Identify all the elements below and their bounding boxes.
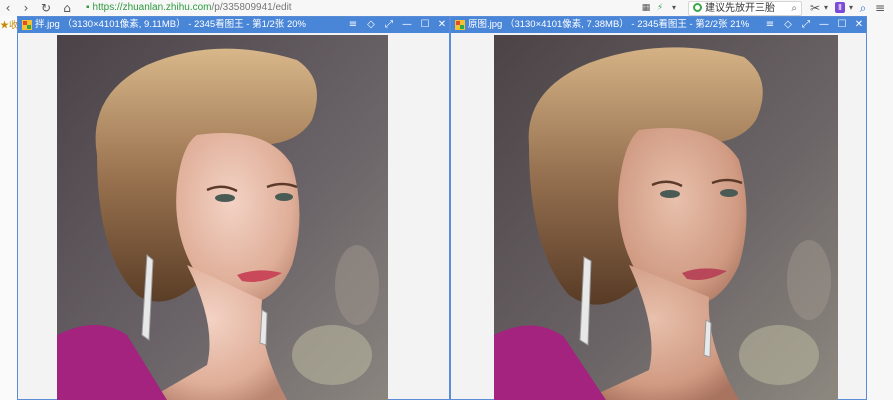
extension-dropdown-icon[interactable]: ▾ — [847, 1, 855, 15]
fullscreen-icon[interactable]: ⤢ — [382, 17, 396, 33]
lightning-icon[interactable]: ⚡ — [655, 1, 665, 15]
browser-right-panel — [867, 16, 893, 400]
skin-icon[interactable]: ◇ — [781, 17, 795, 33]
grid-icon[interactable]: ▦ — [640, 1, 652, 15]
url-host: zhuanlan.zhihu.com — [122, 2, 212, 13]
browser-toolbar: ‹ › ↻ ⌂ ▪ https://zhuanlan.zhihu.com/p/33… — [0, 0, 893, 16]
dropdown-chevron-icon[interactable]: ▾ — [669, 1, 679, 15]
extension-icon[interactable]: Ⅱ — [835, 2, 845, 13]
favorites-item[interactable]: ★收 — [0, 19, 17, 31]
right-viewer-title: 原图.jpg （3130×4101像素, 7.38MB） - 2345看图王 -… — [468, 19, 750, 30]
left-portrait-image — [57, 35, 388, 400]
back-icon[interactable]: ‹ — [2, 1, 14, 15]
left-viewer-titlebar[interactable]: 拌.jpg （3130×4101像素, 9.11MB） - 2345看图王 - … — [18, 17, 449, 33]
browser-side-panel — [0, 16, 18, 400]
minimize-icon[interactable]: — — [817, 17, 831, 33]
forward-icon[interactable]: › — [20, 1, 32, 15]
url-path: /p/335809941/edit — [211, 2, 292, 13]
maximize-icon[interactable]: ☐ — [835, 17, 849, 33]
favorites-label: 收 — [9, 20, 17, 30]
skin-icon[interactable]: ◇ — [364, 17, 378, 33]
search-box[interactable]: 建议先放开三胎 ⌕ — [688, 1, 802, 16]
home-icon[interactable]: ⌂ — [61, 1, 73, 15]
scissors-dropdown-icon[interactable]: ▾ — [822, 1, 830, 15]
star-icon: ★ — [0, 20, 10, 30]
search-engine-icon — [693, 3, 702, 12]
minimize-icon[interactable]: — — [400, 17, 414, 33]
app-logo-icon — [22, 20, 32, 30]
right-portrait-image — [494, 35, 838, 400]
fullscreen-icon[interactable]: ⤢ — [799, 17, 813, 33]
app-logo-icon — [455, 20, 465, 30]
url-scheme: https:// — [92, 2, 123, 13]
left-viewer-title: 拌.jpg （3130×4101像素, 9.11MB） - 2345看图王 - … — [35, 19, 306, 30]
window-divider — [449, 16, 450, 400]
close-icon[interactable]: ✕ — [435, 17, 449, 33]
menu-icon[interactable]: ≡ — [763, 17, 777, 33]
lock-icon: ▪ — [86, 2, 90, 13]
reload-icon[interactable]: ↻ — [40, 1, 52, 15]
maximize-icon[interactable]: ☐ — [418, 17, 432, 33]
magnifier-icon[interactable]: ⌕ — [857, 1, 869, 15]
right-viewer-titlebar[interactable]: 原图.jpg （3130×4101像素, 7.38MB） - 2345看图王 -… — [451, 17, 866, 33]
search-icon[interactable]: ⌕ — [791, 2, 797, 15]
search-text: 建议先放开三胎 — [705, 3, 775, 14]
menu-icon[interactable]: ≡ — [873, 1, 887, 15]
scissors-icon[interactable]: ✂ — [809, 1, 821, 15]
menu-icon[interactable]: ≡ — [346, 17, 360, 33]
address-bar[interactable]: ▪ https://zhuanlan.zhihu.com/p/335809941/… — [86, 0, 292, 16]
close-icon[interactable]: ✕ — [852, 17, 866, 33]
